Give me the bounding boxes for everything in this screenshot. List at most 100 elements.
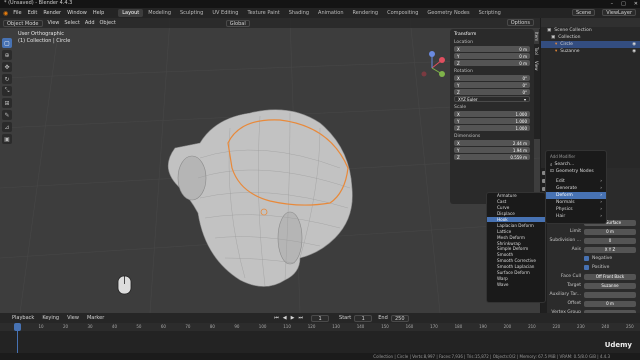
menu-item-normals[interactable]: Normals › xyxy=(546,199,606,206)
outliner-row-scene-collection[interactable]: ▣ Scene Collection xyxy=(541,27,640,34)
sidebar-tab-tool[interactable]: Tool xyxy=(534,44,539,58)
menu-item-edit[interactable]: Edit › xyxy=(546,178,606,185)
eye-icon[interactable]: ◉ xyxy=(632,42,636,47)
target-field[interactable]: Suzanne xyxy=(584,282,636,289)
tab-layout[interactable]: Layout xyxy=(118,9,144,17)
transform-header[interactable]: Transform xyxy=(450,32,534,37)
tab-shading[interactable]: Shading xyxy=(285,9,313,17)
timeline-menu-marker[interactable]: Marker xyxy=(87,315,104,321)
scene-selector[interactable]: Scene xyxy=(571,9,596,16)
minimize-icon[interactable]: – xyxy=(611,1,614,7)
measure-icon[interactable]: ⊿ xyxy=(2,122,12,132)
add-cube-icon[interactable]: ▣ xyxy=(2,134,12,144)
viewport-menu-view[interactable]: View xyxy=(48,20,60,26)
menu-edit[interactable]: Edit xyxy=(28,10,38,16)
close-icon[interactable]: ✕ xyxy=(634,1,638,7)
transform-icon[interactable]: ⊞ xyxy=(2,98,12,108)
viewport-menu-select[interactable]: Select xyxy=(64,20,79,26)
select-box-icon[interactable]: ▢ xyxy=(2,38,12,48)
menu-item-geometry-nodes[interactable]: ⊡ Geometry Nodes xyxy=(546,168,606,175)
end-frame-field[interactable]: 250 xyxy=(390,314,409,322)
scale-icon[interactable]: ⤡ xyxy=(2,86,12,96)
subdivision-field[interactable]: 0 xyxy=(584,237,636,244)
menu-item-hair[interactable]: Hair › xyxy=(546,213,606,220)
play-icon[interactable]: ▶ xyxy=(291,315,295,321)
outliner-row-collection[interactable]: ▣ Collection xyxy=(541,34,640,41)
tab-rendering[interactable]: Rendering xyxy=(349,9,383,17)
location-x-field[interactable]: X0 m xyxy=(454,46,530,52)
view-layer-selector[interactable]: ViewLayer xyxy=(602,9,636,16)
outliner-row-suzanne[interactable]: ▾ Suzanne ◉ xyxy=(541,48,640,55)
scale-x-field[interactable]: X 1.000 xyxy=(454,111,530,117)
suzanne-mesh[interactable] xyxy=(167,109,353,287)
start-frame-field[interactable]: 1 xyxy=(354,314,373,322)
tab-animation[interactable]: Animation xyxy=(314,9,348,17)
menu-render[interactable]: Render xyxy=(43,10,61,16)
dimensions-z-field[interactable]: Z 0.559 m xyxy=(454,154,530,160)
tab-compositing[interactable]: Compositing xyxy=(383,9,422,17)
face-cull-toggle[interactable]: Off Front Back xyxy=(584,273,636,280)
limit-field[interactable]: 0 m xyxy=(584,228,636,235)
tab-sculpting[interactable]: Sculpting xyxy=(176,9,207,17)
menu-file[interactable]: File xyxy=(13,10,21,16)
menu-window[interactable]: Window xyxy=(67,10,87,16)
play-reverse-icon[interactable]: ◀ xyxy=(283,315,287,321)
sidebar-tab-view[interactable]: View xyxy=(534,58,539,74)
tab-geometry-nodes[interactable]: Geometry Nodes xyxy=(423,9,473,17)
auxiliary-target-field[interactable] xyxy=(584,291,636,298)
current-frame-field[interactable]: 1 xyxy=(311,314,330,322)
menu-help[interactable]: Help xyxy=(93,10,104,16)
outliner-row-circle[interactable]: ▾ Circle ◉ xyxy=(541,41,640,48)
scale-z-field[interactable]: Z 1.000 xyxy=(454,125,530,131)
rotation-x-field[interactable]: X 0° xyxy=(454,75,530,81)
positive-checkbox[interactable] xyxy=(584,265,589,270)
tab-scripting[interactable]: Scripting xyxy=(475,9,505,17)
menu-item-deform[interactable]: Deform › xyxy=(546,192,606,199)
sidebar-tab-item[interactable]: Item xyxy=(534,29,539,45)
maximize-icon[interactable]: □ xyxy=(621,1,626,7)
deform-item-wave[interactable]: Wave xyxy=(487,281,545,287)
rotation-y-field[interactable]: Y 0° xyxy=(454,82,530,88)
frame-ruler[interactable]: 0102030405060708090100110120130140150160… xyxy=(0,323,640,331)
timeline[interactable]: 0102030405060708090100110120130140150160… xyxy=(0,323,640,353)
offset-field[interactable]: 0 m xyxy=(584,300,636,307)
frame-tick-label: 30 xyxy=(87,324,93,329)
timeline-menu-view[interactable]: View xyxy=(67,315,79,321)
prop-axis: Axis X Y Z xyxy=(541,245,640,254)
modifier-search[interactable]: ⌕ Search... xyxy=(546,161,606,168)
tab-uv-editing[interactable]: UV Editing xyxy=(208,9,242,17)
dimensions-x-field[interactable]: X 2.44 m xyxy=(454,140,530,146)
menu-item-physics[interactable]: Physics › xyxy=(546,206,606,213)
location-y-field[interactable]: Y0 m xyxy=(454,53,530,59)
rotation-mode-dropdown[interactable]: XYZ Euler ▾ xyxy=(454,96,530,102)
axis-toggle[interactable]: X Y Z xyxy=(584,246,636,253)
eye-icon[interactable]: ◉ xyxy=(632,49,636,54)
move-icon[interactable]: ✥ xyxy=(2,62,12,72)
mode-selector[interactable]: Object Mode xyxy=(3,19,43,27)
udemy-watermark: Udemy xyxy=(604,341,632,349)
tab-texture-paint[interactable]: Texture Paint xyxy=(243,9,283,17)
timeline-menu-playback[interactable]: Playback xyxy=(12,315,34,321)
playhead[interactable] xyxy=(14,323,21,331)
frame-tick-label: 100 xyxy=(258,324,267,329)
dimensions-y-field[interactable]: Y 1.94 m xyxy=(454,147,530,153)
timeline-menu-keying[interactable]: Keying xyxy=(42,315,59,321)
cursor-icon[interactable]: ⊕ xyxy=(2,50,12,60)
location-z-field[interactable]: Z0 m xyxy=(454,60,530,66)
frame-tick-label: 150 xyxy=(381,324,389,329)
blender-logo-icon[interactable]: ◉ xyxy=(3,10,8,17)
scale-y-field[interactable]: Y 1.000 xyxy=(454,118,530,124)
menu-item-generate[interactable]: Generate › xyxy=(546,185,606,192)
navigation-gizmo[interactable] xyxy=(421,51,446,77)
viewport-menu-add[interactable]: Add xyxy=(85,20,95,26)
negative-checkbox[interactable] xyxy=(584,256,589,261)
jump-end-icon[interactable]: ⏭ xyxy=(299,315,304,321)
annotate-icon[interactable]: ✎ xyxy=(2,110,12,120)
tab-modeling[interactable]: Modeling xyxy=(144,9,175,17)
viewport-menu-object[interactable]: Object xyxy=(100,20,116,26)
jump-start-icon[interactable]: ⏮ xyxy=(274,315,279,321)
transform-orientation-dropdown[interactable]: Global xyxy=(225,19,250,27)
rotation-z-field[interactable]: Z 0° xyxy=(454,89,530,95)
options-dropdown[interactable]: Options xyxy=(506,19,534,26)
rotate-icon[interactable]: ↻ xyxy=(2,74,12,84)
